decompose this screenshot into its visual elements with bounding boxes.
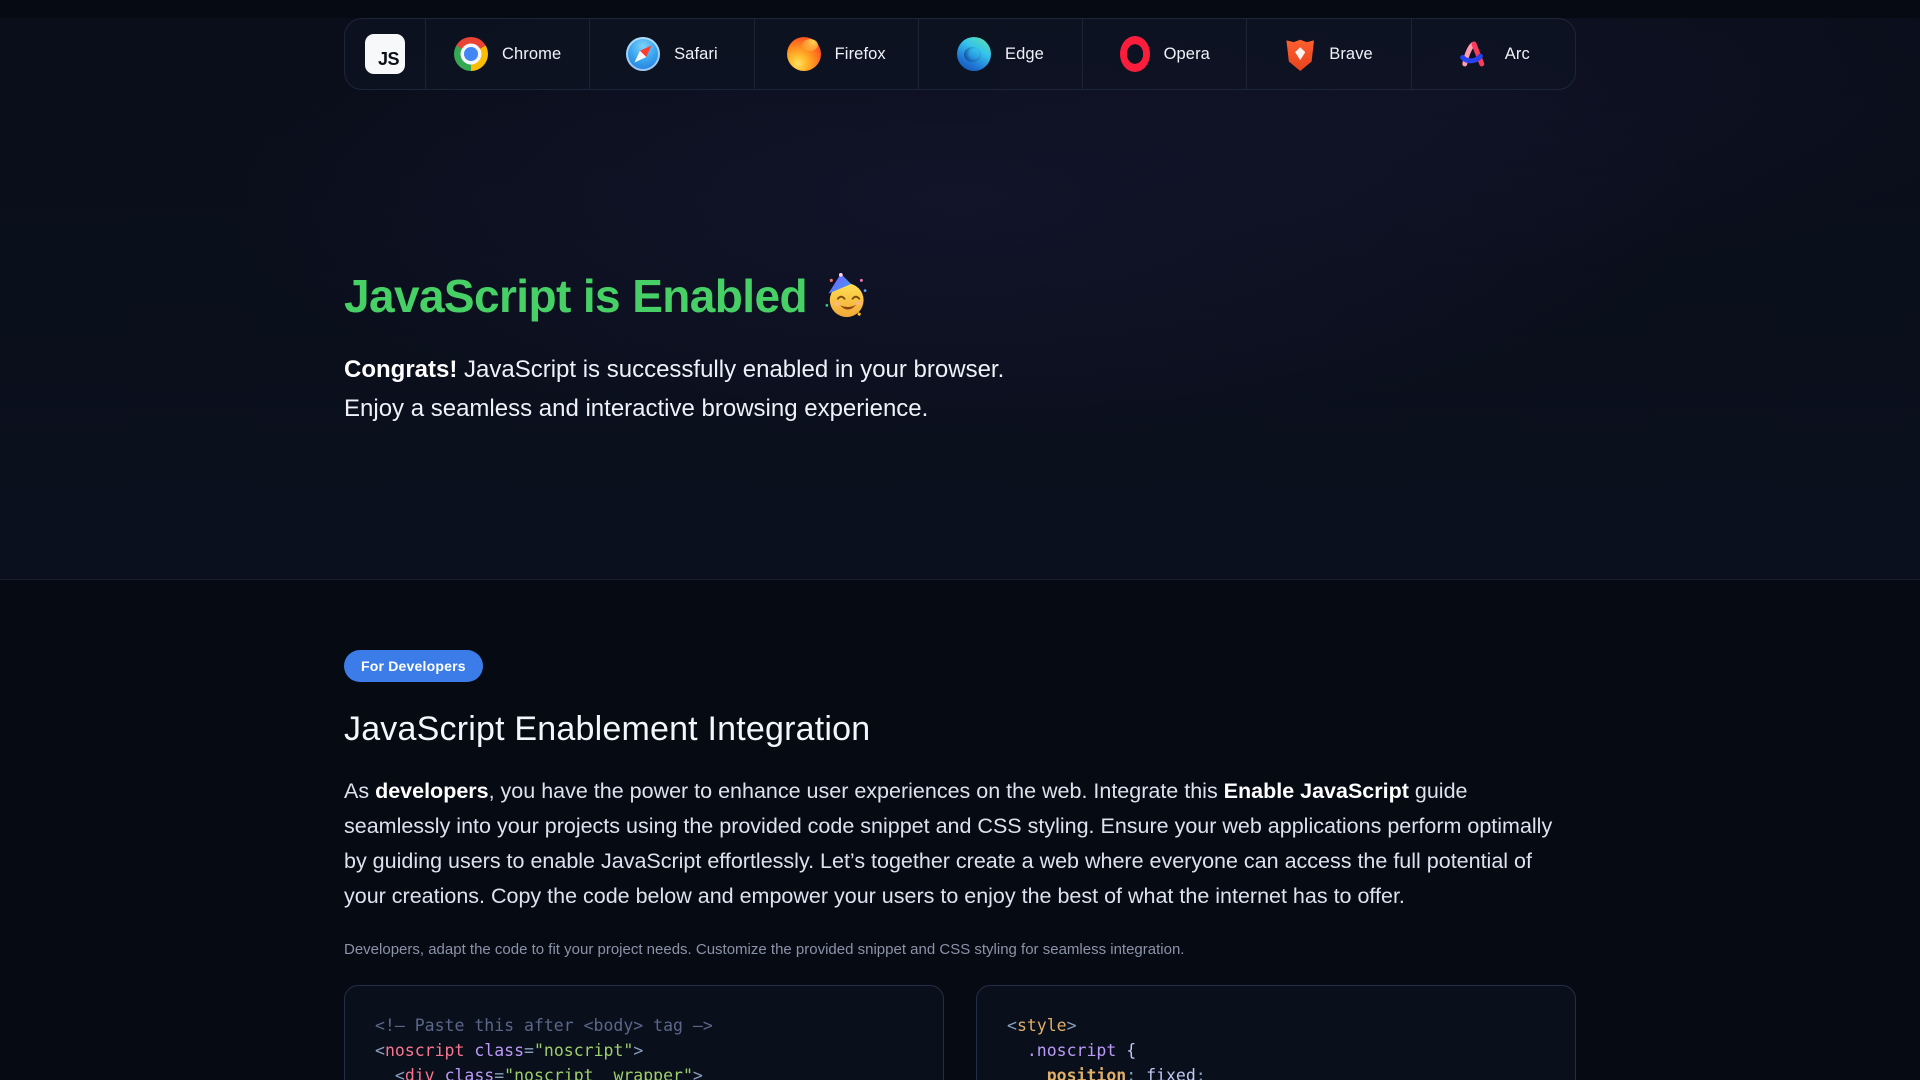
developers-section: For Developers JavaScript Enablement Int… <box>0 580 1920 1080</box>
nav-label-safari: Safari <box>674 45 718 64</box>
nav-item-safari[interactable]: Safari <box>589 19 753 89</box>
opera-icon <box>1120 36 1150 72</box>
hero-subtitle: Congrats! JavaScript is successfully ena… <box>344 350 1576 428</box>
hero-subtitle-line1: JavaScript is successfully enabled in yo… <box>457 356 1004 383</box>
nav-item-edge[interactable]: Edge <box>918 19 1082 89</box>
brave-icon <box>1285 37 1315 71</box>
html-snippet-pre: <!— Paste this after <body> tag —><noscr… <box>375 1013 913 1080</box>
arc-glyph <box>1457 37 1491 71</box>
css-snippet-card[interactable]: <style> .noscript { position: fixed; top… <box>976 985 1576 1080</box>
nav-item-js-home[interactable]: JS <box>345 19 425 89</box>
nav-item-chrome[interactable]: Chrome <box>425 19 589 89</box>
nav-item-brave[interactable]: Brave <box>1246 19 1410 89</box>
dev-note: Developers, adapt the code to fit your p… <box>344 941 1576 958</box>
nav-label-brave: Brave <box>1329 45 1373 64</box>
hero-section: JS Chrome Safari Firefox Edge Opera Brave Arc J… <box>0 18 1920 580</box>
congrats-text: Congrats! <box>344 356 457 383</box>
section-title: JavaScript Enablement Integration <box>344 710 1576 749</box>
firefox-icon <box>787 37 821 71</box>
safari-icon <box>626 37 660 71</box>
js-logo-icon: JS <box>365 34 405 74</box>
css-snippet-pre: <style> .noscript { position: fixed; top… <box>1007 1013 1545 1080</box>
browser-nav: JS Chrome Safari Firefox Edge Opera Brave Arc <box>344 18 1576 90</box>
chrome-icon <box>454 37 488 71</box>
nav-label-opera: Opera <box>1164 45 1210 64</box>
nav-label-arc: Arc <box>1505 45 1530 64</box>
nav-item-arc[interactable]: Arc <box>1411 19 1575 89</box>
hero-title: JavaScript is Enabled <box>344 266 1576 326</box>
arc-icon <box>1457 37 1491 71</box>
dev-paragraph: As developers, you have the power to enh… <box>344 774 1576 914</box>
hero-subtitle-line2: Enjoy a seamless and interactive browsin… <box>344 395 928 422</box>
js-logo-text: JS <box>378 49 399 70</box>
code-cards: <!— Paste this after <body> tag —><noscr… <box>344 985 1576 1080</box>
html-snippet-card[interactable]: <!— Paste this after <body> tag —><noscr… <box>344 985 944 1080</box>
edge-icon <box>957 37 991 71</box>
nav-label-firefox: Firefox <box>835 45 886 64</box>
nav-label-edge: Edge <box>1005 45 1044 64</box>
nav-item-firefox[interactable]: Firefox <box>754 19 918 89</box>
page: JS Chrome Safari Firefox Edge Opera Brave Arc J… <box>0 18 1920 1080</box>
nav-item-opera[interactable]: Opera <box>1082 19 1246 89</box>
hero-title-text: JavaScript is Enabled <box>344 266 807 326</box>
for-developers-badge: For Developers <box>344 650 483 682</box>
partying-face-emoji-icon <box>821 273 868 320</box>
nav-label-chrome: Chrome <box>502 45 561 64</box>
